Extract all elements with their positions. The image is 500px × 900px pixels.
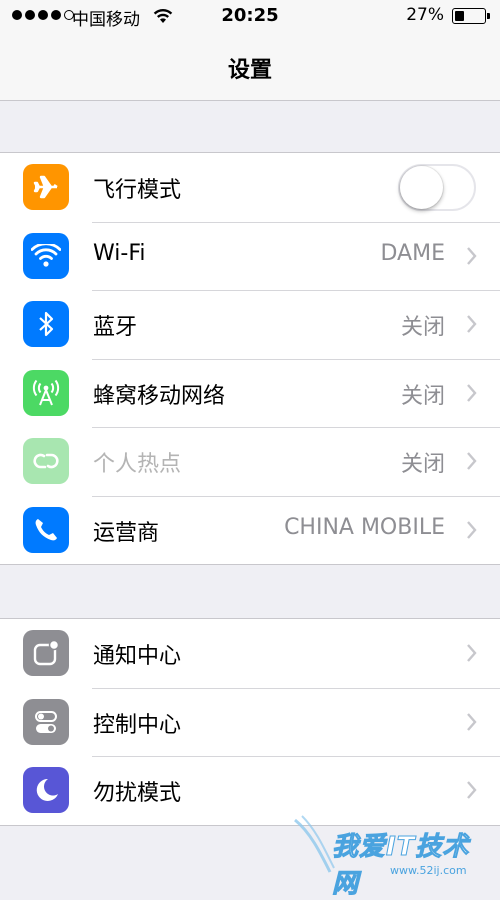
- page-title: 设置: [227, 58, 272, 83]
- chevron-right-icon: [466, 643, 477, 667]
- chevron-right-icon: [466, 451, 477, 475]
- watermark-text: 我爱IT技术网: [332, 832, 470, 900]
- hotspot-link-icon: [23, 438, 69, 484]
- chevron-right-icon: [466, 246, 477, 270]
- battery-percent: 27%: [406, 5, 444, 25]
- settings-row-wifi[interactable]: Wi-Fi DAME: [0, 221, 500, 291]
- top-bar: 中国移动 20:25 27% 设置: [0, 0, 500, 101]
- settings-row-label: 通知中心: [93, 644, 182, 669]
- chevron-right-icon: [466, 712, 477, 736]
- moon-icon: [23, 767, 69, 813]
- settings-row-label: 飞行模式: [93, 178, 182, 203]
- settings-row-value: 关闭: [400, 383, 445, 409]
- chevron-right-icon: [466, 520, 477, 544]
- settings-row-value: DAME: [380, 240, 446, 266]
- notification-center-icon: [23, 630, 69, 676]
- settings-row-do-not-disturb[interactable]: 勿扰模式: [0, 756, 500, 825]
- status-bar: 中国移动 20:25 27%: [0, 0, 500, 34]
- settings-row-label: 蜂窝移动网络: [93, 383, 226, 409]
- battery-icon: [452, 8, 490, 24]
- chevron-right-icon: [466, 383, 477, 407]
- control-center-icon: [23, 698, 69, 745]
- settings-row-carrier[interactable]: 运营商 CHINA MOBILE: [0, 495, 500, 565]
- settings-row-label: 个人热点: [93, 452, 182, 477]
- chevron-right-icon: [466, 314, 477, 338]
- cellular-antenna-icon: [23, 369, 69, 416]
- watermark-url: www.52ij.com: [390, 864, 467, 877]
- settings-row-personal-hotspot[interactable]: 个人热点 关闭: [0, 427, 500, 496]
- settings-row-cellular[interactable]: 蜂窝移动网络 关闭: [0, 358, 500, 428]
- settings-row-label: Wi-Fi: [93, 240, 146, 266]
- settings-row-value: CHINA MOBILE: [284, 514, 445, 540]
- settings-row-airplane-mode[interactable]: 飞行模式: [0, 153, 500, 222]
- settings-row-value: 关闭: [400, 315, 445, 340]
- chevron-right-icon: [466, 780, 477, 804]
- settings-row-label: 蓝牙: [93, 315, 138, 340]
- airplane-icon: [23, 164, 69, 210]
- phone-icon: [23, 506, 69, 553]
- settings-row-label: 勿扰模式: [93, 781, 182, 806]
- bluetooth-icon: [23, 301, 69, 347]
- settings-row-label: 控制中心: [93, 712, 182, 738]
- settings-row-label: 运营商: [93, 520, 160, 546]
- airplane-mode-toggle[interactable]: [398, 164, 476, 211]
- settings-group-connectivity: 飞行模式 Wi-Fi DAME 蓝牙 关闭 蜂窝移动网络 关闭 个人热点 关闭 …: [0, 152, 500, 565]
- settings-row-bluetooth[interactable]: 蓝牙 关闭: [0, 290, 500, 359]
- settings-row-notification-center[interactable]: 通知中心: [0, 619, 500, 688]
- toggle-knob: [400, 166, 443, 209]
- settings-group-centers: 通知中心 控制中心 勿扰模式: [0, 618, 500, 826]
- settings-row-control-center[interactable]: 控制中心: [0, 687, 500, 757]
- settings-row-value: 关闭: [400, 452, 445, 477]
- wifi-icon: [23, 232, 69, 279]
